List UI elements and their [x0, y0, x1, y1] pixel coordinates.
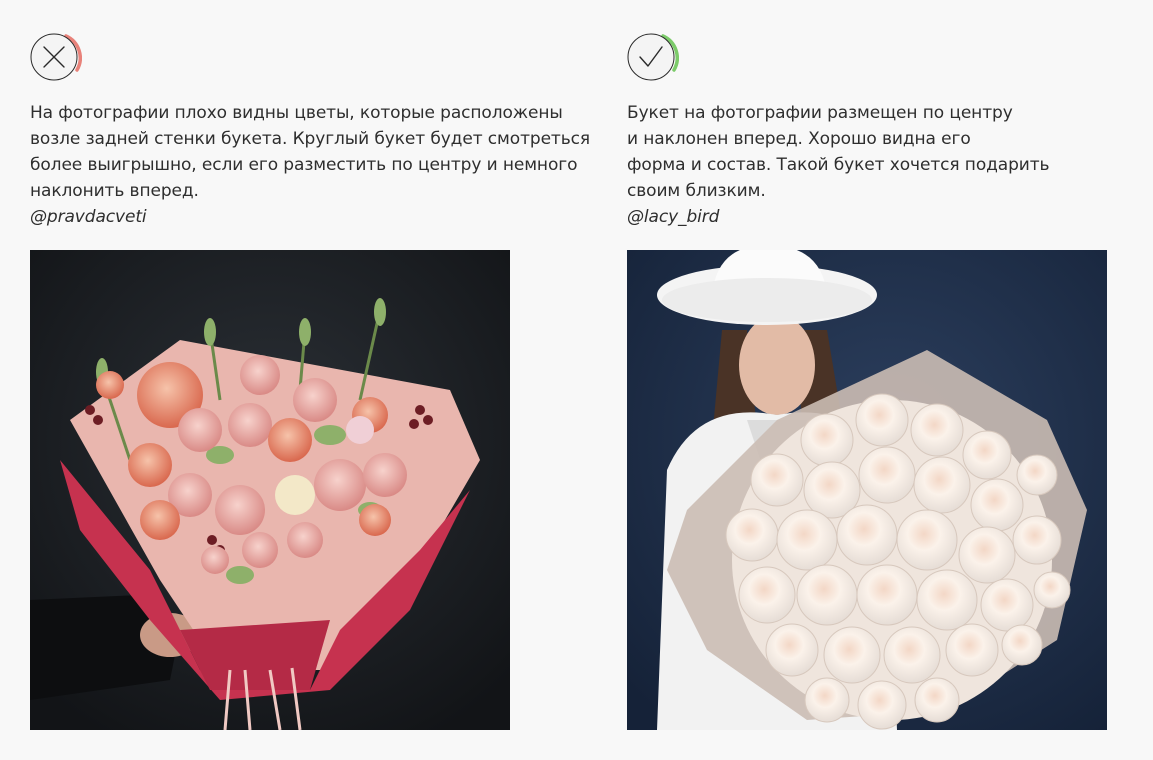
description-line: наклонить вперед. — [30, 181, 199, 201]
description-line: своим близким. — [627, 181, 766, 201]
description-line: форма и состав. Такой букет хочется пода… — [627, 155, 1050, 175]
good-bouquet-photo — [627, 250, 1107, 730]
check-icon — [627, 32, 679, 82]
bad-bouquet-photo — [30, 250, 510, 730]
description-line: Букет на фотографии размещен по центру — [627, 103, 1013, 123]
good-example-description: Букет на фотографии размещен по центру и… — [627, 100, 1050, 230]
description-line: и наклонен вперед. Хорошо видна его — [627, 129, 971, 149]
description-line: возле задней стенки букета. Круглый буке… — [30, 129, 591, 149]
author-handle: @lacy_bird — [627, 207, 720, 227]
cross-icon — [30, 32, 82, 82]
author-handle: @pravdacveti — [30, 207, 147, 227]
description-line: На фотографии плохо видны цветы, которые… — [30, 103, 563, 123]
description-line: более выигрышно, если его разместить по … — [30, 155, 578, 175]
bad-example-description: На фотографии плохо видны цветы, которые… — [30, 100, 590, 230]
